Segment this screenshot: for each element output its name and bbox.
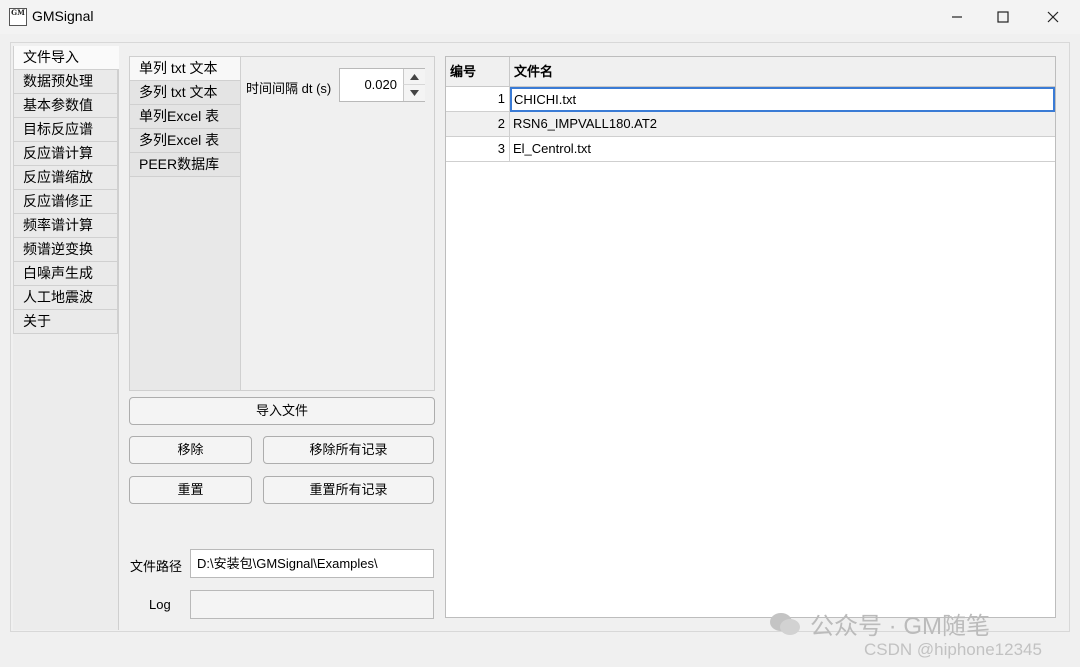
tab-white-noise[interactable]: 白噪声生成 [13,262,118,286]
table-row[interactable]: 1 CHICHI.txt [446,87,1055,112]
file-table: 编号 文件名 1 CHICHI.txt 2 RSN6_IMPVALL180.AT… [445,56,1056,618]
file-path-label: 文件路径 [130,559,183,574]
row-number: 1 [446,87,510,112]
file-path-field[interactable]: D:\安装包\GMSignal\Examples\ [190,549,434,578]
close-button[interactable] [1030,0,1076,34]
tab-spectrum-correct[interactable]: 反应谱修正 [13,190,118,214]
row-filename[interactable]: CHICHI.txt [510,87,1055,112]
tab-multi-excel[interactable]: 多列Excel 表 [130,129,241,153]
tab-file-import[interactable]: 文件导入 [13,46,119,70]
tab-single-txt[interactable]: 单列 txt 文本 [130,57,241,81]
dt-spinbox[interactable]: 0.020 [339,68,425,102]
window-title: GMSignal [32,8,94,24]
tab-target-spectrum[interactable]: 目标反应谱 [13,118,118,142]
wechat-icon [770,612,800,635]
table-row[interactable]: 2 RSN6_IMPVALL180.AT2 [446,112,1055,137]
tab-spectrum-calc[interactable]: 反应谱计算 [13,142,118,166]
tab-peer-database[interactable]: PEER数据库 [130,153,241,177]
row-filename[interactable]: El_Centrol.txt [510,137,1055,162]
tab-single-excel[interactable]: 单列Excel 表 [130,105,241,129]
tab-artificial-wave[interactable]: 人工地震波 [13,286,118,310]
maximize-icon [997,11,1009,23]
remove-all-button[interactable]: 移除所有记录 [263,436,434,464]
reset-all-button[interactable]: 重置所有记录 [263,476,434,504]
tab-about[interactable]: 关于 [13,310,118,334]
chevron-up-icon [410,73,419,80]
log-field[interactable] [190,590,434,619]
watermark-text: 公众号 · GM随笔 [810,613,990,640]
tab-spectrum-scale[interactable]: 反应谱缩放 [13,166,118,190]
maximize-button[interactable] [980,0,1026,34]
tab-basic-params[interactable]: 基本参数值 [13,94,118,118]
row-number: 3 [446,137,510,162]
column-header-filename[interactable]: 文件名 [510,57,1055,87]
minimize-icon [952,16,962,18]
format-tab-list: 单列 txt 文本 多列 txt 文本 单列Excel 表 多列Excel 表 … [130,57,241,390]
tab-multi-txt[interactable]: 多列 txt 文本 [130,81,241,105]
dt-label: 时间间隔 dt (s) [246,81,332,96]
csdn-watermark: CSDN @hiphone12345 [864,640,1042,659]
tab-data-preprocess[interactable]: 数据预处理 [13,70,118,94]
row-filename[interactable]: RSN6_IMPVALL180.AT2 [510,112,1055,137]
dt-increment-button[interactable] [403,69,425,85]
dt-value[interactable]: 0.020 [364,77,397,92]
app-logo-icon: GM [9,8,27,26]
column-header-number[interactable]: 编号 [446,57,510,87]
tab-inverse-transform[interactable]: 频谱逆变换 [13,238,118,262]
tab-frequency-spectrum[interactable]: 频率谱计算 [13,214,118,238]
watermark: 公众号 · GM随笔 [768,606,990,641]
chevron-down-icon [410,90,419,96]
remove-button[interactable]: 移除 [129,436,252,464]
row-number: 2 [446,112,510,137]
dt-decrement-button[interactable] [403,85,425,101]
reset-button[interactable]: 重置 [129,476,252,504]
left-tab-list: 文件导入 数据预处理 基本参数值 目标反应谱 反应谱计算 反应谱缩放 反应谱修正… [13,46,119,630]
app-logo-text: GM [11,8,25,17]
import-file-button[interactable]: 导入文件 [129,397,435,425]
log-label: Log [149,597,171,612]
table-row[interactable]: 3 El_Centrol.txt [446,137,1055,162]
minimize-button[interactable] [934,0,980,34]
close-icon [1047,11,1059,23]
title-bar: GM GMSignal [0,0,1080,34]
